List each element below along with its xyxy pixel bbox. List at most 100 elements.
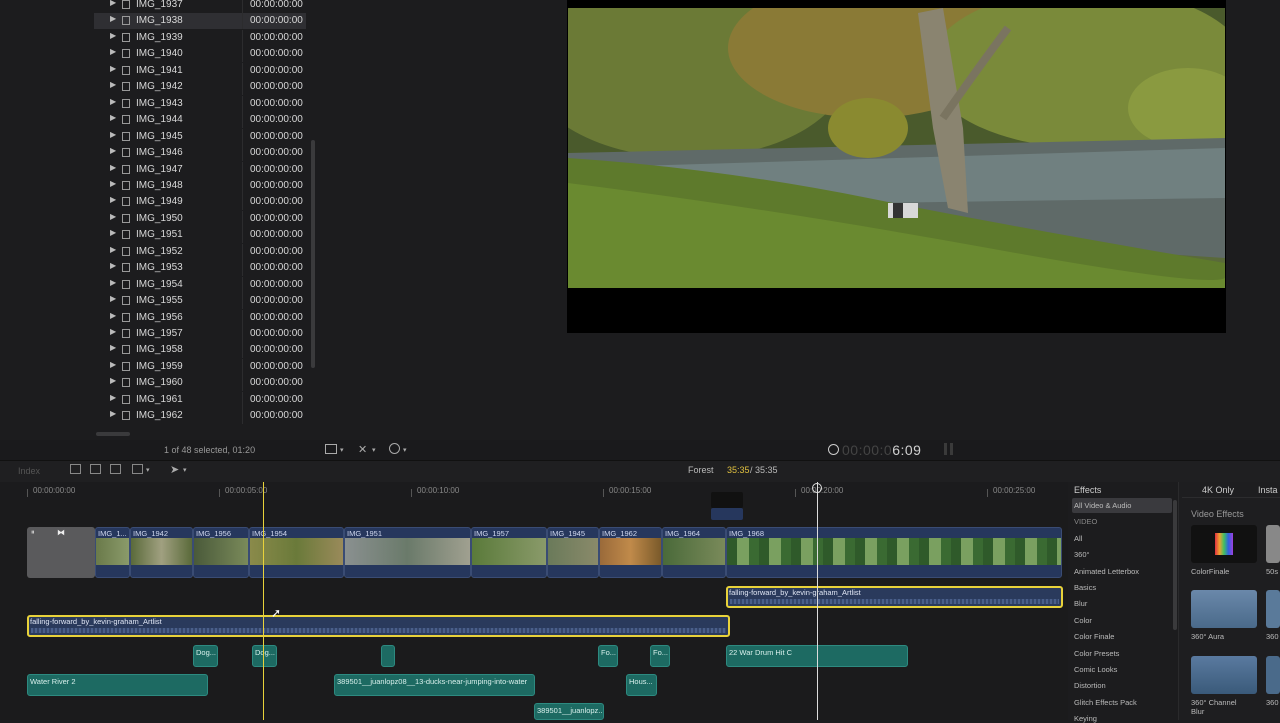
disclosure-triangle-icon[interactable]: ▶ bbox=[110, 146, 116, 155]
disclosure-triangle-icon[interactable]: ▶ bbox=[110, 97, 116, 106]
effects-category-item[interactable]: Animated Letterbox bbox=[1074, 567, 1139, 576]
browser-row[interactable]: ▶ IMG_1939 00:00:00:00 bbox=[94, 29, 306, 46]
effects-category-item[interactable]: Glitch Effects Pack bbox=[1074, 698, 1137, 707]
sfx-clip[interactable]: 389501__juanlopz08__13-ducks-near-jumpin… bbox=[334, 674, 535, 696]
disclosure-triangle-icon[interactable]: ▶ bbox=[110, 14, 116, 23]
disclosure-triangle-icon[interactable]: ▶ bbox=[110, 343, 116, 352]
browser-row[interactable]: ▶ IMG_1956 00:00:00:00 bbox=[94, 309, 306, 326]
effects-category-item[interactable]: Color Finale bbox=[1074, 632, 1114, 641]
overwrite-clip-icon[interactable] bbox=[132, 464, 143, 474]
installed-filter[interactable]: Insta bbox=[1258, 485, 1278, 495]
browser-row[interactable]: ▶ IMG_1937 00:00:00:00 bbox=[94, 0, 306, 13]
effect-thumbnail[interactable] bbox=[1266, 525, 1280, 563]
effects-category-item[interactable]: VIDEO bbox=[1074, 517, 1097, 526]
browser-row[interactable]: ▶ IMG_1946 00:00:00:00 bbox=[94, 145, 306, 162]
browser-row[interactable]: ▶ IMG_1953 00:00:00:00 bbox=[94, 260, 306, 277]
browser-row[interactable]: ▶ IMG_1951 00:00:00:00 bbox=[94, 227, 306, 244]
browser-row[interactable]: ▶ IMG_1961 00:00:00:00 bbox=[94, 391, 306, 408]
chevron-down-icon[interactable]: ▾ bbox=[183, 466, 187, 474]
video-clip[interactable]: IMG_1945 bbox=[547, 527, 599, 578]
music-clip[interactable]: falling-forward_by_kevin-graham_Artlist bbox=[27, 615, 730, 637]
effects-category-item[interactable]: All bbox=[1074, 534, 1082, 543]
effects-category-item[interactable]: 360° bbox=[1074, 550, 1090, 559]
play-icon[interactable] bbox=[828, 444, 839, 455]
effect-thumbnail[interactable] bbox=[1191, 656, 1257, 694]
disclosure-triangle-icon[interactable]: ▶ bbox=[110, 261, 116, 270]
effects-category-item[interactable]: Blur bbox=[1074, 599, 1087, 608]
browser-row[interactable]: ▶ IMG_1952 00:00:00:00 bbox=[94, 243, 306, 260]
video-clip[interactable]: IMG_1968 bbox=[726, 527, 1062, 578]
browser-row[interactable]: ▶ IMG_1958 00:00:00:00 bbox=[94, 342, 306, 359]
chevron-down-icon[interactable]: ▾ bbox=[146, 466, 150, 474]
effects-category-item[interactable]: Distortion bbox=[1074, 681, 1106, 690]
music-clip[interactable]: falling-forward_by_kevin-graham_Artlist bbox=[726, 586, 1063, 608]
sfx-clip[interactable]: Dog... bbox=[252, 645, 277, 667]
video-clip[interactable]: IMG_1957 bbox=[471, 527, 547, 578]
browser-row[interactable]: ▶ IMG_1959 00:00:00:00 bbox=[94, 358, 306, 375]
disclosure-triangle-icon[interactable]: ▶ bbox=[110, 212, 116, 221]
disclosure-triangle-icon[interactable]: ▶ bbox=[110, 113, 116, 122]
video-clip[interactable]: IMG_1... bbox=[95, 527, 130, 578]
disclosure-triangle-icon[interactable]: ▶ bbox=[110, 80, 116, 89]
browser-row[interactable]: ▶ IMG_1943 00:00:00:00 bbox=[94, 95, 306, 112]
sfx-clip[interactable]: 389501__juanlopz... bbox=[534, 703, 604, 720]
playhead[interactable] bbox=[263, 482, 264, 720]
chevron-down-icon[interactable]: ▾ bbox=[403, 446, 407, 454]
disclosure-triangle-icon[interactable]: ▶ bbox=[110, 228, 116, 237]
browser-row[interactable]: ▶ IMG_1955 00:00:00:00 bbox=[94, 293, 306, 310]
disclosure-triangle-icon[interactable]: ▶ bbox=[110, 393, 116, 402]
transform-tool-icon[interactable]: ✕ bbox=[358, 443, 367, 456]
effects-category-item[interactable]: All Video & Audio bbox=[1074, 501, 1131, 510]
effects-category-item[interactable]: Color bbox=[1074, 616, 1092, 625]
browser-row[interactable]: ▶ IMG_1954 00:00:00:00 bbox=[94, 276, 306, 293]
disclosure-triangle-icon[interactable]: ▶ bbox=[110, 409, 116, 418]
timeline-ruler[interactable]: 00:00:00:00 00:00:05:00 00:00:10:00 00:0… bbox=[0, 482, 1068, 500]
browser-row[interactable]: ▶ IMG_1957 00:00:00:00 bbox=[94, 326, 306, 342]
browser-row[interactable]: ▶ IMG_1938 00:00:00:00 bbox=[94, 13, 306, 30]
effects-category-item[interactable]: Comic Looks bbox=[1074, 665, 1117, 674]
timeline-tracks[interactable]: ⏸ ⧓ IMG_1... IMG_1942 IMG_1956 IMG_1954 … bbox=[0, 492, 1068, 720]
disclosure-triangle-icon[interactable]: ▶ bbox=[110, 327, 116, 336]
sfx-clip[interactable]: Dog... bbox=[193, 645, 218, 667]
disclosure-triangle-icon[interactable]: ▶ bbox=[110, 278, 116, 287]
disclosure-triangle-icon[interactable]: ▶ bbox=[110, 294, 116, 303]
effects-category-item[interactable]: Color Presets bbox=[1074, 649, 1119, 658]
video-clip[interactable]: IMG_1964 bbox=[662, 527, 726, 578]
disclosure-triangle-icon[interactable]: ▶ bbox=[110, 360, 116, 369]
disclosure-triangle-icon[interactable]: ▶ bbox=[110, 195, 116, 204]
effects-category-item[interactable]: Keying bbox=[1074, 714, 1097, 723]
browser-row[interactable]: ▶ IMG_1940 00:00:00:00 bbox=[94, 46, 306, 63]
select-tool-icon[interactable]: ➤ bbox=[170, 463, 179, 476]
browser-row[interactable]: ▶ IMG_1945 00:00:00:00 bbox=[94, 128, 306, 145]
browser-row[interactable]: ▶ IMG_1944 00:00:00:00 bbox=[94, 112, 306, 129]
disclosure-triangle-icon[interactable]: ▶ bbox=[110, 0, 116, 7]
browser-row[interactable]: ▶ IMG_1962 00:00:00:00 bbox=[94, 408, 306, 425]
disclosure-triangle-icon[interactable]: ▶ bbox=[110, 311, 116, 320]
browser-row[interactable]: ▶ IMG_1941 00:00:00:00 bbox=[94, 62, 306, 79]
effect-thumbnail[interactable] bbox=[1191, 590, 1257, 628]
disclosure-triangle-icon[interactable]: ▶ bbox=[110, 376, 116, 385]
browser-scrollbar[interactable] bbox=[311, 140, 315, 368]
speed-icon[interactable] bbox=[389, 443, 400, 454]
browser-row[interactable]: ▶ IMG_1947 00:00:00:00 bbox=[94, 161, 306, 178]
sfx-clip[interactable]: Water River 2 bbox=[27, 674, 208, 696]
effect-thumbnail[interactable] bbox=[1266, 590, 1280, 628]
browser-row[interactable]: ▶ IMG_1949 00:00:00:00 bbox=[94, 194, 306, 211]
disclosure-triangle-icon[interactable]: ▶ bbox=[110, 31, 116, 40]
connect-clip-icon[interactable] bbox=[70, 464, 81, 474]
disclosure-triangle-icon[interactable]: ▶ bbox=[110, 245, 116, 254]
video-clip[interactable]: IMG_1962 bbox=[599, 527, 662, 578]
sfx-clip[interactable]: Hous... bbox=[626, 674, 657, 696]
browser-row[interactable]: ▶ IMG_1948 00:00:00:00 bbox=[94, 177, 306, 194]
append-clip-icon[interactable] bbox=[110, 464, 121, 474]
chevron-down-icon[interactable]: ▾ bbox=[372, 446, 376, 454]
disclosure-triangle-icon[interactable]: ▶ bbox=[110, 47, 116, 56]
disclosure-triangle-icon[interactable]: ▶ bbox=[110, 130, 116, 139]
effects-scrollbar[interactable] bbox=[1173, 500, 1177, 630]
effect-thumbnail[interactable] bbox=[1191, 525, 1257, 563]
browser-row[interactable]: ▶ IMG_1960 00:00:00:00 bbox=[94, 375, 306, 392]
video-clip[interactable]: IMG_1942 bbox=[130, 527, 193, 578]
effect-thumbnail[interactable] bbox=[1266, 656, 1280, 694]
browser-row[interactable]: ▶ IMG_1942 00:00:00:00 bbox=[94, 79, 306, 96]
clip-appearance-icon[interactable] bbox=[325, 444, 337, 454]
